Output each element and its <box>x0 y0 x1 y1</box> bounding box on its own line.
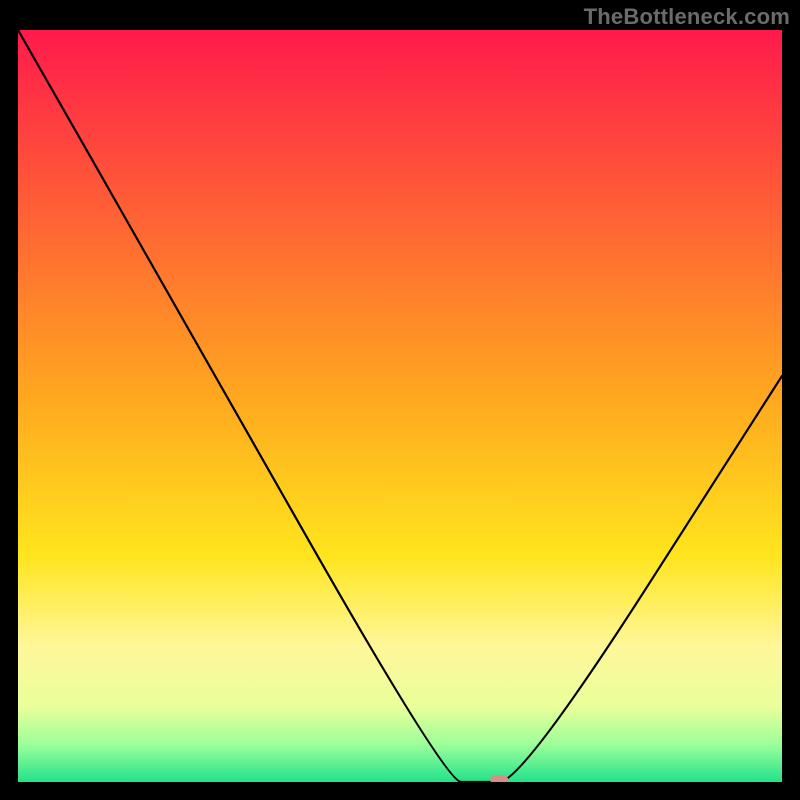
attribution-text: TheBottleneck.com <box>584 4 790 30</box>
heatmap-background <box>18 30 782 782</box>
chart-frame: TheBottleneck.com <box>0 0 800 800</box>
optimal-point-marker <box>490 775 508 782</box>
chart-svg <box>18 30 782 782</box>
plot-area <box>18 30 782 782</box>
